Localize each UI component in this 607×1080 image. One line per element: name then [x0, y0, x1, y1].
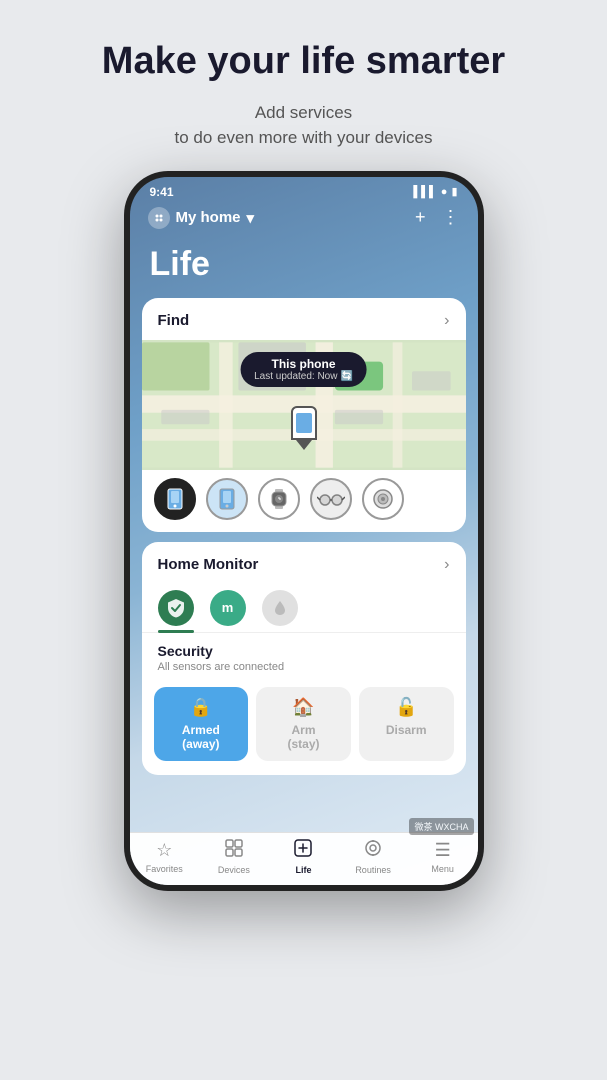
armed-icon: 🔒: [190, 697, 212, 718]
wifi-icon: ●: [441, 186, 448, 198]
security-info: Security All sensors are connected: [142, 633, 466, 679]
status-bar: 9:41 ▌▌▌ ● ▮: [130, 177, 478, 203]
find-card[interactable]: Find ›: [142, 298, 466, 532]
map-area[interactable]: This phone Last updated: Now 🔄: [142, 340, 466, 470]
more-button[interactable]: ⋮: [442, 207, 460, 228]
monitor-tab-motion[interactable]: m: [210, 590, 246, 626]
signal-icon: ▌▌▌: [413, 186, 436, 198]
pin-tail: [296, 440, 312, 450]
security-title: Security: [158, 643, 450, 659]
map-tooltip: This phone Last updated: Now 🔄: [240, 352, 367, 387]
arm-stay-label: Arm(stay): [288, 723, 320, 752]
device-phone-2[interactable]: [206, 478, 248, 520]
disarm-label: Disarm: [386, 723, 427, 737]
hero-title: Make your life smarter: [102, 40, 505, 84]
phone-screen: 9:41 ▌▌▌ ● ▮: [130, 177, 478, 885]
home-label[interactable]: My home ▾: [148, 207, 255, 229]
home-monitor-card[interactable]: Home Monitor › m: [142, 542, 466, 776]
device-phone-1[interactable]: [154, 478, 196, 520]
screen-content[interactable]: Find ›: [130, 298, 478, 832]
pin-device: [291, 406, 317, 440]
routines-label: Routines: [355, 865, 391, 875]
find-card-header: Find ›: [142, 298, 466, 340]
nav-devices[interactable]: Devices: [199, 839, 269, 875]
page-title: Life: [130, 237, 478, 298]
bottom-nav: ☆ Favorites Devices: [130, 832, 478, 885]
map-pin: [291, 406, 317, 450]
device-watch[interactable]: [258, 478, 300, 520]
hero-subtitle: Add servicesto do even more with your de…: [102, 100, 505, 151]
favorites-icon: ☆: [156, 840, 172, 861]
tooltip-title: This phone: [254, 357, 353, 371]
disarm-icon: 🔓: [395, 697, 417, 718]
monitor-tab-security[interactable]: [158, 590, 194, 626]
battery-icon: ▮: [451, 185, 457, 198]
phone-frame: 9:41 ▌▌▌ ● ▮: [124, 171, 484, 891]
nav-favorites[interactable]: ☆ Favorites: [130, 840, 200, 874]
menu-label: Menu: [431, 864, 454, 874]
status-time: 9:41: [150, 185, 174, 199]
nav-menu[interactable]: ☰ Menu: [408, 840, 478, 874]
devices-icon: [225, 839, 243, 862]
action-buttons: 🔒 Armed(away) 🏠 Arm(stay) 🔓 Disarm: [142, 679, 466, 776]
motion-icon: m: [222, 600, 234, 615]
security-subtitle: All sensors are connected: [158, 661, 450, 673]
device-row: [142, 470, 466, 532]
armed-label: Armed(away): [182, 723, 220, 752]
monitor-tab-water[interactable]: [262, 590, 298, 626]
routines-icon: [364, 839, 382, 862]
top-bar: My home ▾ + ⋮: [130, 203, 478, 237]
pin-screen: [296, 413, 312, 433]
arm-stay-icon: 🏠: [292, 697, 314, 718]
home-text: My home: [176, 209, 241, 226]
device-glasses[interactable]: [310, 478, 352, 520]
arm-stay-button[interactable]: 🏠 Arm(stay): [256, 687, 351, 762]
find-card-arrow[interactable]: ›: [444, 312, 449, 330]
monitor-tabs: m: [142, 584, 466, 633]
life-label: Life: [295, 865, 311, 875]
tooltip-sub: Last updated: Now 🔄: [254, 371, 353, 382]
nav-routines[interactable]: Routines: [338, 839, 408, 875]
nav-life[interactable]: Life: [269, 839, 339, 875]
hero-section: Make your life smarter Add servicesto do…: [72, 0, 535, 171]
find-card-title: Find: [158, 312, 190, 329]
disarm-button[interactable]: 🔓 Disarm: [359, 687, 454, 762]
add-button[interactable]: +: [415, 207, 426, 228]
status-icons: ▌▌▌ ● ▮: [413, 185, 457, 198]
armed-away-button[interactable]: 🔒 Armed(away): [154, 687, 249, 762]
favorites-label: Favorites: [146, 864, 183, 874]
phone-mockup: 9:41 ▌▌▌ ● ▮: [124, 171, 484, 891]
dropdown-icon: ▾: [247, 209, 255, 227]
home-monitor-header: Home Monitor ›: [142, 542, 466, 584]
home-icon: [148, 207, 170, 229]
life-icon: [294, 839, 312, 862]
top-bar-actions: + ⋮: [415, 207, 460, 228]
menu-icon: ☰: [435, 840, 451, 861]
home-monitor-title: Home Monitor: [158, 556, 259, 573]
devices-label: Devices: [218, 865, 250, 875]
device-tracker[interactable]: [362, 478, 404, 520]
home-monitor-arrow[interactable]: ›: [444, 556, 449, 574]
